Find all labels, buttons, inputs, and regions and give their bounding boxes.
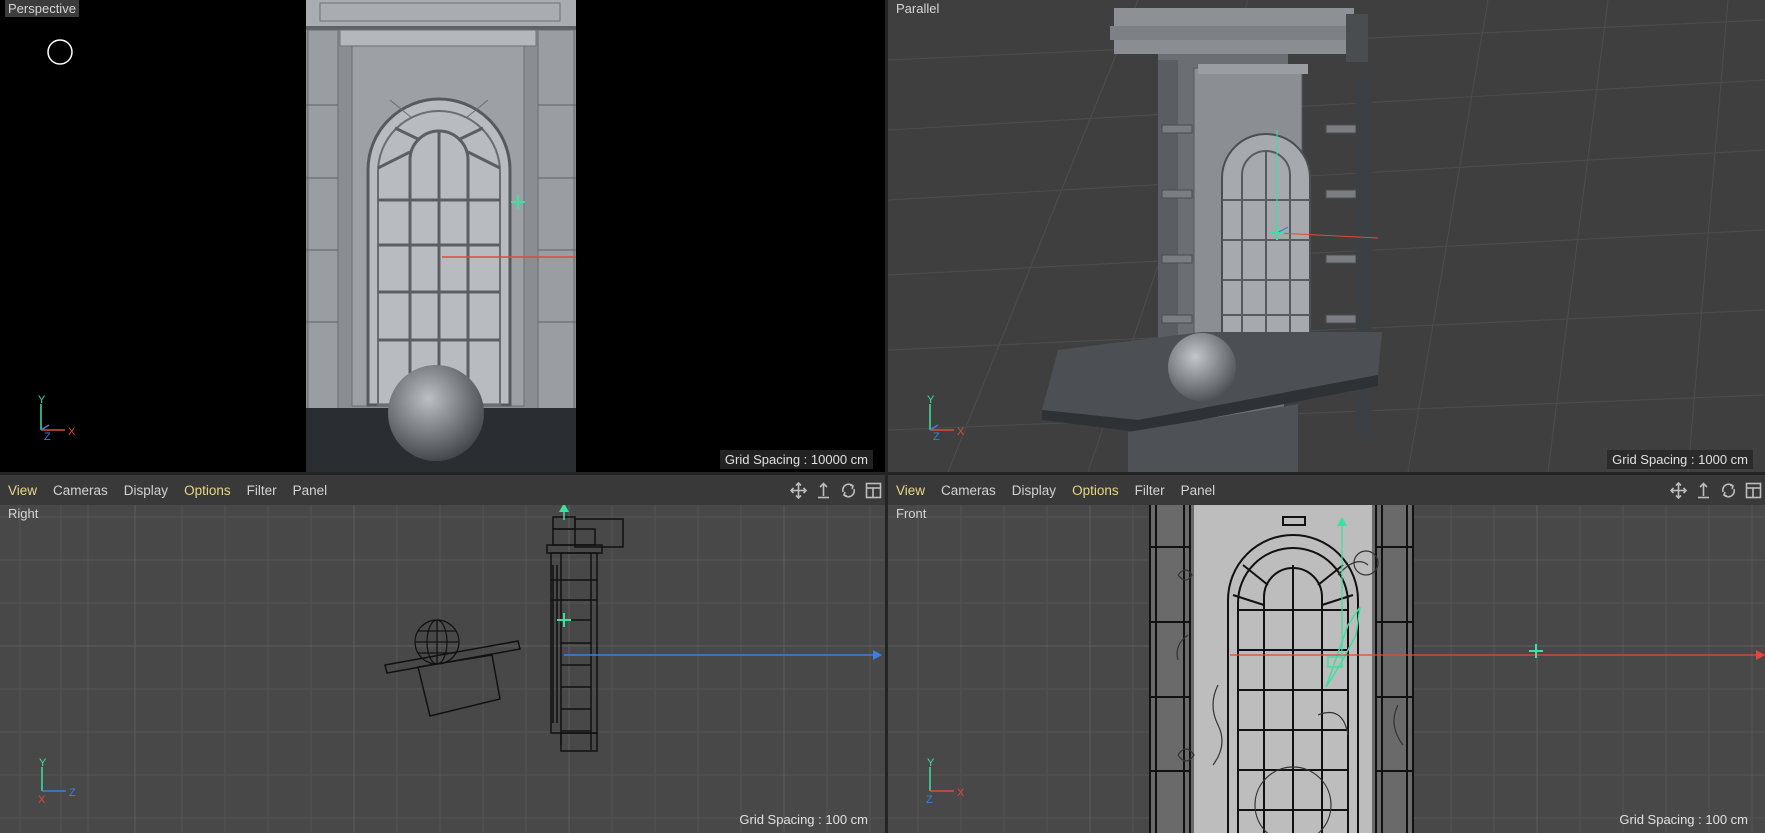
move-view-icon[interactable]	[1669, 481, 1688, 499]
menu-display[interactable]: Display	[116, 483, 176, 498]
zoom-view-icon[interactable]	[1694, 481, 1713, 499]
axis-x-label: X	[957, 426, 965, 438]
viewport-splitter-horizontal[interactable]	[0, 472, 1765, 475]
viewport-label[interactable]: Parallel	[893, 0, 942, 17]
viewport-splitter-vertical[interactable]	[885, 0, 888, 833]
menu-view[interactable]: View	[888, 483, 933, 498]
front-viewport[interactable]: Front Y Z X Grid Spacing: 100 cm	[888, 505, 1765, 833]
viewport-label[interactable]: Right	[5, 505, 41, 522]
toggle-layout-icon[interactable]	[864, 481, 883, 499]
rotate-view-icon[interactable]	[839, 481, 858, 499]
axis-x-label: X	[957, 787, 965, 799]
right-viewport[interactable]: Right Y X Z Grid Spacing: 100 cm	[0, 505, 885, 833]
axis-y-label: Y	[927, 394, 935, 406]
axis-y-label: Y	[39, 757, 47, 769]
axis-x-label: X	[38, 794, 46, 806]
menu-panel[interactable]: Panel	[285, 483, 336, 498]
menu-panel[interactable]: Panel	[1173, 483, 1224, 498]
axis-y-label: Y	[927, 757, 935, 769]
axis-x-label: X	[68, 426, 76, 438]
menu-cameras[interactable]: Cameras	[933, 483, 1004, 498]
menu-cameras[interactable]: Cameras	[45, 483, 116, 498]
grid-spacing-readout: Grid Spacing : 100 cm	[739, 812, 868, 827]
viewport-label[interactable]: Perspective	[5, 0, 79, 17]
menu-filter[interactable]: Filter	[239, 483, 285, 498]
front-scene: Y Z X	[888, 505, 1765, 833]
menu-view[interactable]: View	[0, 483, 45, 498]
axis-z-label: Z	[44, 431, 51, 443]
parallel-scene: Y Z X	[888, 0, 1765, 472]
axis-z-label: Z	[926, 794, 933, 806]
toggle-layout-icon[interactable]	[1744, 481, 1763, 499]
perspective-viewport[interactable]: Perspective Y Z X Grid Spacing: 10000 c…	[0, 0, 885, 472]
menu-options[interactable]: Options	[1064, 483, 1127, 498]
grid-spacing-readout: Grid Spacing : 10000 cm	[719, 450, 873, 469]
menu-options[interactable]: Options	[176, 483, 239, 498]
grid-spacing-readout: Grid Spacing : 100 cm	[1619, 812, 1748, 827]
move-view-icon[interactable]	[789, 481, 808, 499]
zoom-view-icon[interactable]	[814, 481, 833, 499]
parallel-viewport[interactable]: Parallel Y Z X Grid Spacing: 1000 cm	[888, 0, 1765, 472]
menu-filter[interactable]: Filter	[1127, 483, 1173, 498]
menu-display[interactable]: Display	[1004, 483, 1064, 498]
right-scene: Y X Z	[0, 505, 885, 833]
viewport-label[interactable]: Front	[893, 505, 929, 522]
grid-spacing-readout: Grid Spacing : 1000 cm	[1607, 450, 1753, 469]
rotate-view-icon[interactable]	[1719, 481, 1738, 499]
axis-y-label: Y	[38, 394, 46, 406]
right-viewport-menubar: View Cameras Display Options Filter Pane…	[0, 475, 885, 505]
perspective-scene: Y Z X	[38, 0, 576, 472]
front-viewport-menubar: View Cameras Display Options Filter Pane…	[888, 475, 1765, 505]
axis-z-label: Z	[69, 787, 76, 799]
axis-z-label: Z	[933, 431, 940, 443]
